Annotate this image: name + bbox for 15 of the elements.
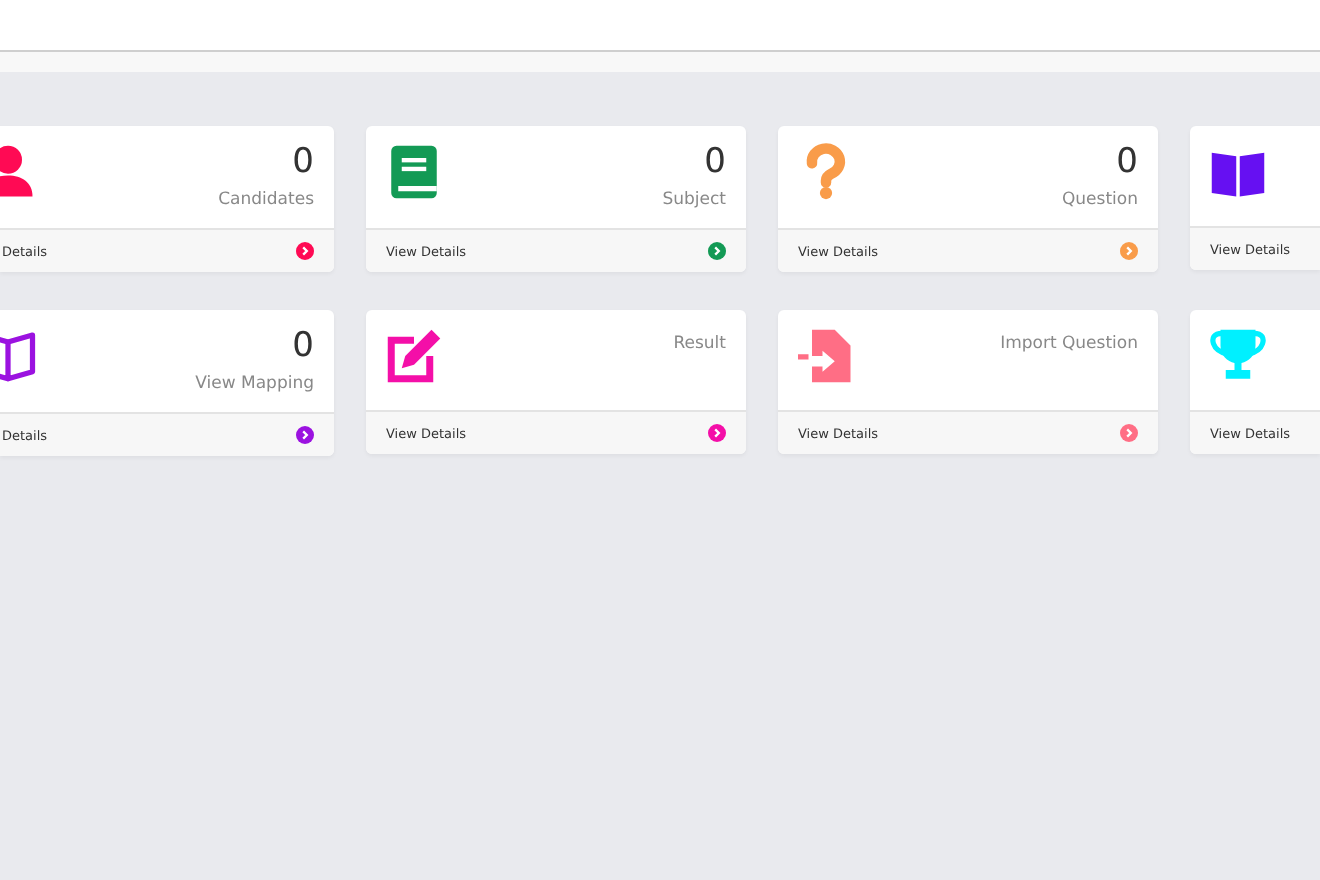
arrow-circle-icon[interactable] — [296, 242, 314, 260]
card-label: View Mapping — [195, 374, 314, 394]
count-value: 0 — [1114, 142, 1138, 182]
card-label: Import Question — [1000, 334, 1138, 354]
arrow-circle-icon[interactable] — [708, 242, 726, 260]
count-value: 0 — [702, 142, 726, 182]
card-label: Question — [1061, 190, 1138, 210]
arrow-circle-icon[interactable] — [708, 424, 726, 442]
card-label: Candidates — [218, 190, 314, 210]
arrow-circle-icon[interactable] — [296, 426, 314, 444]
card-label: Result — [673, 334, 726, 354]
count-value: 0 — [290, 142, 314, 182]
card-label: Subject — [662, 190, 726, 210]
arrow-circle-icon[interactable] — [1120, 424, 1138, 442]
count-value: 0 — [290, 326, 314, 366]
